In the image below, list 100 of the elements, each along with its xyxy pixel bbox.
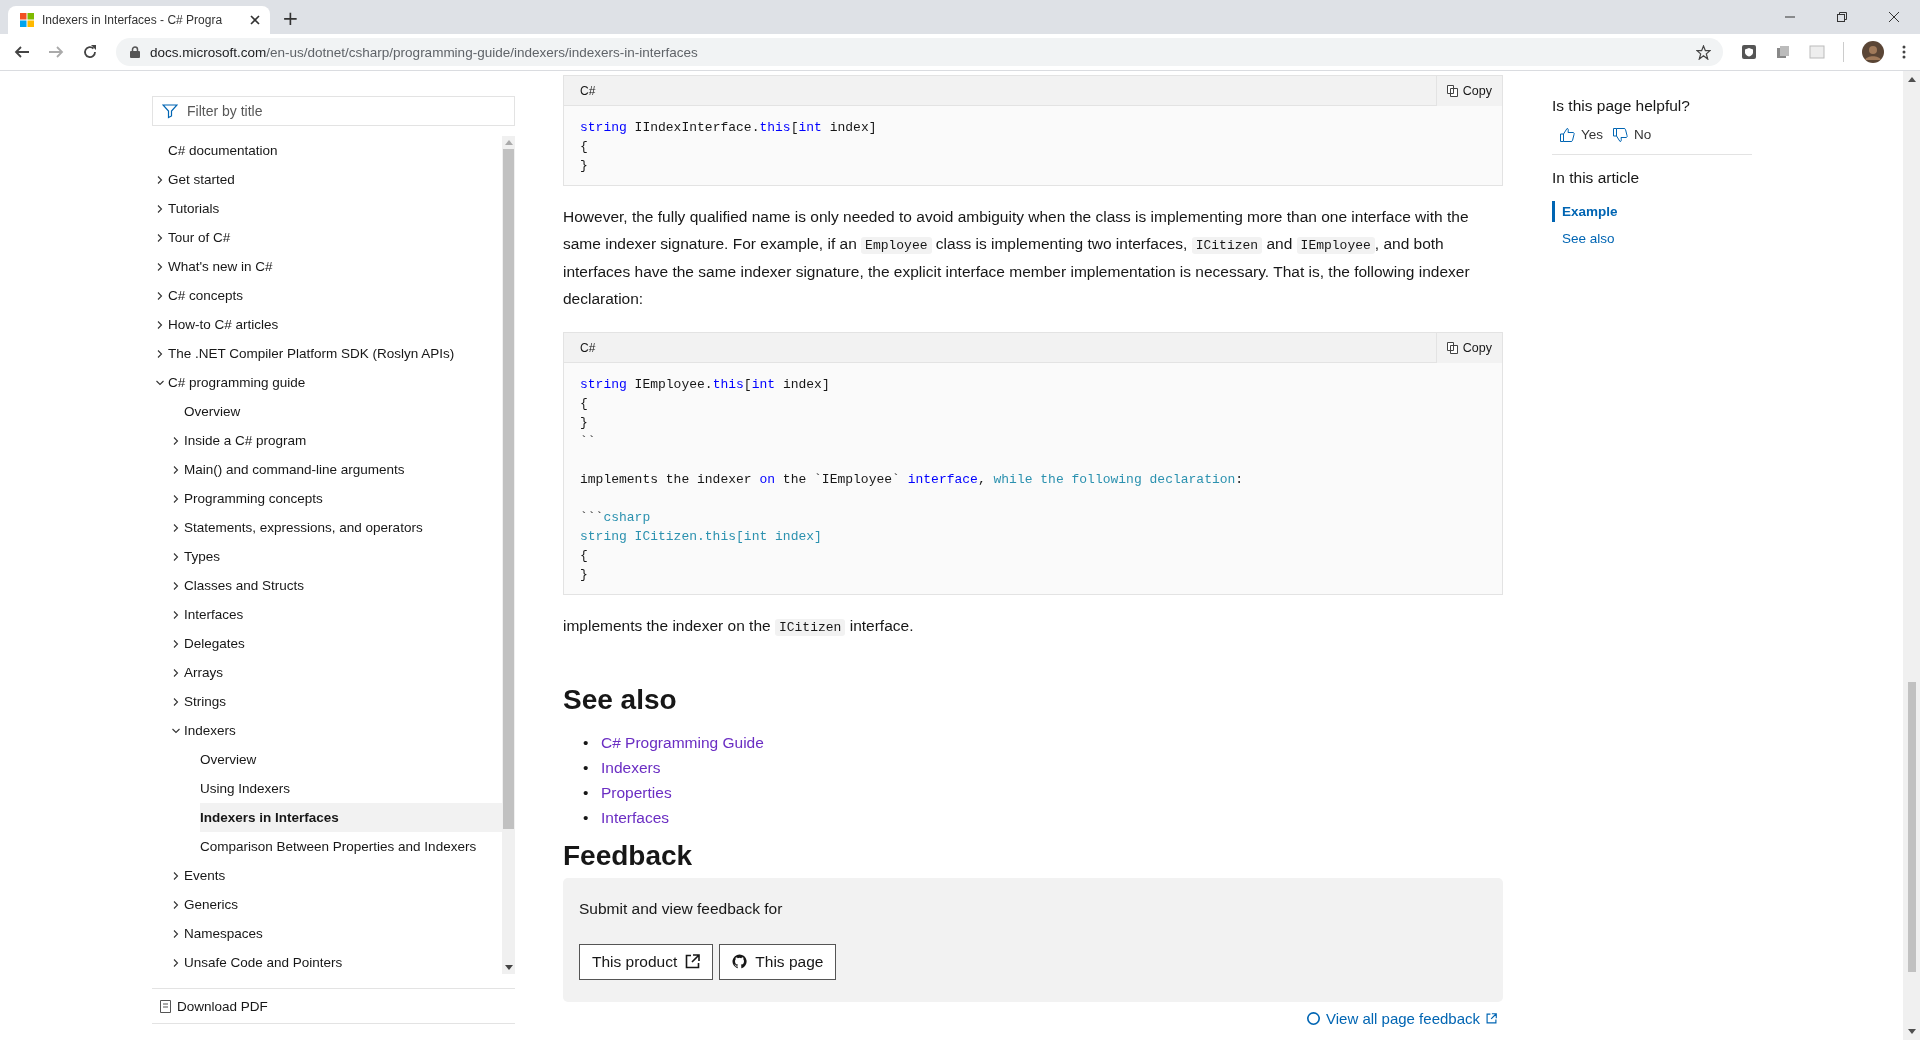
toc-item[interactable]: Interfaces [152, 600, 502, 629]
toc-item[interactable]: C# concepts [152, 281, 502, 310]
page-scrollbar[interactable] [1903, 71, 1920, 1040]
chevron-icon [172, 465, 180, 474]
toc-item[interactable]: Indexers [152, 716, 502, 745]
scrollbar-thumb[interactable] [1907, 682, 1916, 972]
chevron-icon [172, 523, 180, 532]
code-language: C# [580, 340, 596, 355]
download-pdf-link[interactable]: Download PDF [160, 998, 268, 1014]
chevron-icon [172, 581, 180, 590]
feedback-prompt: Submit and view feedback for [579, 898, 784, 919]
this-page-button[interactable]: This page [719, 943, 837, 980]
related-link[interactable]: Indexers [601, 758, 661, 776]
toc-item[interactable]: Tutorials [152, 194, 502, 223]
in-this-article-heading: In this article [1552, 154, 1752, 187]
toc-item[interactable]: Main() and command-line arguments [152, 455, 502, 484]
chevron-icon [172, 639, 180, 648]
toc-item[interactable]: Programming concepts [152, 484, 502, 513]
yes-button[interactable]: Yes [1560, 127, 1604, 142]
sidebar-scrollbar[interactable] [502, 136, 515, 974]
toc-item[interactable]: Overview [152, 745, 502, 774]
scroll-up-arrow-icon[interactable] [1907, 77, 1916, 82]
toc-item[interactable]: Arrays [152, 658, 502, 687]
new-tab-button[interactable]: + [276, 6, 305, 30]
toc-item[interactable]: Classes and Structs [152, 571, 502, 600]
toc-item[interactable]: Using Indexers [152, 774, 502, 803]
toc-item[interactable]: C# documentation [152, 136, 502, 165]
shield-icon[interactable] [1741, 44, 1757, 60]
chevron-icon [172, 726, 180, 735]
article-nav-link[interactable]: Example [1552, 201, 1752, 222]
this-product-button[interactable]: This product [579, 943, 714, 980]
chevron-icon [156, 175, 164, 184]
toc-item[interactable]: Tour of C# [152, 223, 502, 252]
scrollbar-thumb[interactable] [503, 149, 514, 829]
scroll-down-arrow-icon[interactable] [504, 965, 513, 970]
extension-icon[interactable] [1775, 44, 1791, 60]
chevron-icon [172, 494, 180, 503]
copy-button[interactable]: Copy [1435, 75, 1502, 106]
chevron-icon [156, 349, 164, 358]
article-nav-link[interactable]: See also [1552, 228, 1752, 249]
external-link-icon [1486, 1012, 1497, 1024]
related-link[interactable]: Interfaces [601, 808, 670, 826]
scroll-down-arrow-icon[interactable] [1907, 1029, 1916, 1034]
toc-item[interactable]: Unsafe Code and Pointers [152, 948, 502, 974]
chevron-icon [172, 929, 180, 938]
close-icon[interactable] [1889, 12, 1899, 22]
paragraph: implements the indexer on the ICitizen interface. [563, 616, 915, 638]
chevron-icon [156, 291, 164, 300]
filter-icon [162, 103, 178, 119]
bullet: • [583, 732, 590, 753]
toc-item[interactable]: Get started [152, 165, 502, 194]
toc-item[interactable]: Generics [152, 890, 502, 919]
toc-item[interactable]: Delegates [152, 629, 502, 658]
address-bar[interactable]: docs.microsoft.com/en-us/dotnet/csharp/programming-guide/indexers/indexers-in-interfaces [116, 38, 1723, 66]
section-heading: Feedback [563, 838, 694, 873]
toc-item[interactable]: The .NET Compiler Platform SDK (Roslyn APIs) [152, 339, 502, 368]
toc-item[interactable]: Types [152, 542, 502, 571]
close-icon[interactable] [250, 15, 260, 25]
toc-item[interactable]: What's new in C# [152, 252, 502, 281]
menu-icon[interactable] [1902, 45, 1906, 59]
back-arrow-icon[interactable] [14, 44, 30, 60]
code-text: string IEmployee.this[int index] { } `` implements the indexer on the `IEmployee` interface, while the following declaration: ```csharp string ICitizen.this[int index] { } [579, 376, 1245, 584]
toc-item[interactable]: Namespaces [152, 919, 502, 948]
four-squares-icon [20, 13, 34, 27]
copy-icon [1446, 341, 1458, 354]
related-link[interactable]: Properties [601, 783, 672, 801]
toc-item[interactable]: C# programming guide [152, 368, 502, 397]
toc-item[interactable]: Statements, expressions, and operators [152, 513, 502, 542]
filter-field[interactable]: Filter by title [152, 96, 515, 126]
toc-item[interactable]: How-to C# articles [152, 310, 502, 339]
no-button[interactable]: No [1613, 127, 1652, 142]
paragraph: However, the fully qualified name is only needed to avoid ambiguity when the class is implementing more than one interface with the same indexer signature. For example, if an Employee class is implementing two interfaces, ICitizen and IEmployee , and both interfaces have the same indexer signature, the explicit interface member implementation is necessary. That is, the following indexer declaration: [563, 207, 1471, 309]
browser-tab[interactable]: Indexers in Interfaces - C# Progra [8, 6, 270, 34]
chevron-icon [156, 233, 164, 242]
chevron-icon [172, 668, 180, 677]
chevron-icon [156, 320, 164, 329]
avatar-icon[interactable] [1862, 41, 1884, 63]
toc-item[interactable]: Inside a C# program [152, 426, 502, 455]
toc-item[interactable]: Events [152, 861, 502, 890]
tab-title: Indexers in Interfaces - C# Progra [42, 13, 224, 27]
copy-button[interactable]: Copy [1435, 332, 1502, 363]
copy-icon [1446, 84, 1458, 97]
reload-icon[interactable] [82, 44, 98, 60]
thumbs-up-icon [1560, 127, 1575, 142]
helpful-question: Is this page helpful? [1552, 97, 1691, 115]
toc-item[interactable]: Overview [152, 397, 502, 426]
chevron-icon [172, 552, 180, 561]
chevron-icon [156, 378, 164, 387]
section-heading: See also [563, 682, 678, 717]
toc-item[interactable]: Strings [152, 687, 502, 716]
code-text: string IIndexInterface.this[int index] { } [579, 119, 878, 175]
chevron-icon [156, 204, 164, 213]
view-all-feedback-link[interactable]: View all page feedback [1307, 1009, 1497, 1027]
chevron-icon [172, 610, 180, 619]
star-icon[interactable] [1696, 44, 1711, 60]
document-icon [160, 999, 171, 1013]
bullet: • [583, 757, 590, 778]
toc-item[interactable]: Comparison Between Properties and Indexers [152, 832, 502, 861]
restore-icon[interactable] [1837, 12, 1847, 22]
related-link[interactable]: C# Programming Guide [601, 733, 764, 751]
